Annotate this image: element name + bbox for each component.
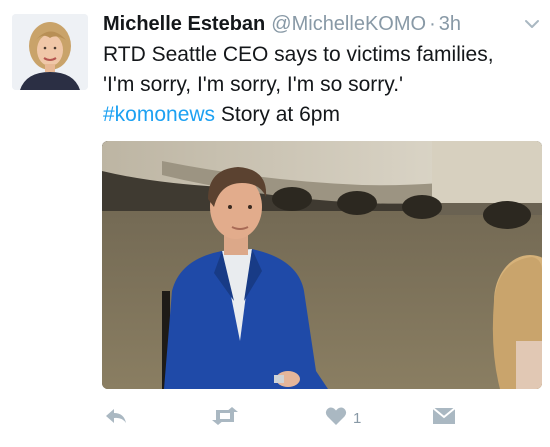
avatar[interactable] xyxy=(12,14,88,90)
separator-dot: · xyxy=(429,13,436,35)
tweet-actions: 1 xyxy=(0,398,550,438)
author-name[interactable]: Michelle Esteban xyxy=(103,13,265,35)
like-button[interactable]: 1 xyxy=(325,404,361,432)
tweet-card[interactable]: Michelle Esteban @MichelleKOMO · 3h RTD Sea… xyxy=(0,0,550,447)
tweet-text-tail: Story at 6pm xyxy=(215,103,340,126)
retweet-button[interactable] xyxy=(210,404,240,432)
retweet-icon xyxy=(210,406,240,431)
tweet-photo[interactable] xyxy=(102,141,542,389)
tweet-text-line: RTD Seattle CEO says to victims families… xyxy=(103,43,494,66)
tweet-text: RTD Seattle CEO says to victims families… xyxy=(103,40,543,130)
direct-message-button[interactable] xyxy=(432,404,456,432)
chevron-down-icon[interactable] xyxy=(521,13,543,35)
reply-button[interactable] xyxy=(104,404,128,432)
like-count: 1 xyxy=(353,409,362,427)
reply-icon xyxy=(104,406,128,431)
hashtag-link[interactable]: #komonews xyxy=(103,103,215,126)
tweet-text-line: 'I'm sorry, I'm sorry, I'm so sorry.' xyxy=(103,73,404,96)
tweet-header: Michelle Esteban @MichelleKOMO · 3h xyxy=(103,10,523,38)
tweet-text-line: #komonews Story at 6pm xyxy=(103,100,543,130)
heart-icon xyxy=(325,406,347,431)
author-handle[interactable]: @MichelleKOMO xyxy=(271,13,426,35)
tweet-timestamp[interactable]: 3h xyxy=(439,13,461,35)
direct-message-icon xyxy=(432,406,456,431)
